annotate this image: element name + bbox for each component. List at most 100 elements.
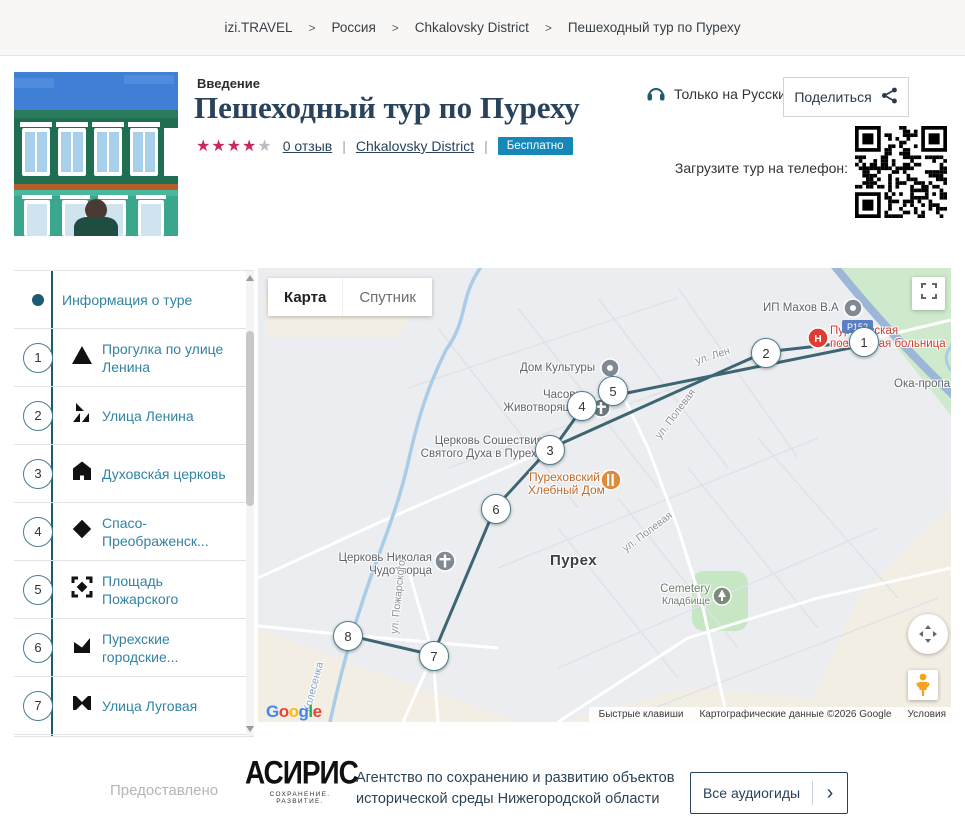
poi-label-culture-house[interactable]: Дом Культуры <box>520 362 595 375</box>
map-marker-2[interactable]: 2 <box>751 338 781 368</box>
map-marker-5[interactable]: 5 <box>598 376 628 406</box>
scroll-up-arrow[interactable] <box>246 275 254 281</box>
provided-by-label: Предоставлено <box>110 782 218 799</box>
sidebar-item-stop-4[interactable]: 4 Спасо-Преображенск... <box>14 503 254 561</box>
page-title: Пешеходный тур по Пуреху <box>194 90 580 126</box>
star-icon: ★ <box>196 138 211 155</box>
map-marker-6[interactable]: 6 <box>481 494 511 524</box>
sidebar-item-stop-6[interactable]: 6 Пурехские городские... <box>14 619 254 677</box>
fullscreen-icon <box>921 283 937 304</box>
sidebar-item-stop-2[interactable]: 2 Улица Ленина <box>14 387 254 445</box>
sidebar-item-label: Площадь Пожарского <box>102 572 254 608</box>
sidebar-item-stop-7[interactable]: 7 Улица Луговая <box>14 677 254 735</box>
pegman-icon <box>916 673 930 697</box>
sidebar-item-label: Улица Луговая <box>102 697 254 715</box>
language-note: Только на Русский <box>646 84 794 104</box>
tour-meta-row: ★★★★★ 0 отзыв | Chkalovsky District | Бе… <box>196 136 573 156</box>
church-icon <box>70 459 94 488</box>
share-icon <box>881 87 898 107</box>
breadcrumb-separator: > <box>545 21 552 35</box>
sidebar-item-label: Пурехские городские... <box>102 630 254 666</box>
star-rating: ★★★★★ <box>196 136 273 156</box>
sidebar-item-stop-5[interactable]: 5 Площадь Пожарского <box>14 561 254 619</box>
breadcrumb-separator: > <box>392 21 399 35</box>
breadcrumb-separator: > <box>308 21 315 35</box>
terms-link[interactable]: Условия <box>907 709 946 720</box>
sidebar-item-stop-1[interactable]: 1 Прогулка по улице Ленина <box>14 329 254 387</box>
map-marker-1[interactable]: 1 <box>849 327 879 357</box>
stop-number: 6 <box>23 633 53 663</box>
reviews-link[interactable]: 0 отзыв <box>283 138 333 154</box>
map-marker-8[interactable]: 8 <box>333 621 363 651</box>
breadcrumb: izi.TRAVEL > Россия > Chkalovsky Distric… <box>0 0 965 56</box>
breadcrumb-current: Пешеходный тур по Пуреху <box>568 20 741 35</box>
map-attribution: Быстрые клавиши Картографические данные … <box>589 707 951 722</box>
stop-number: 1 <box>23 343 53 373</box>
notched-square-icon <box>70 691 94 720</box>
map-type-toggle: Карта Спутник <box>268 278 432 316</box>
poi-label-oka: Ока-пропа <box>894 378 951 391</box>
tour-map[interactable]: H Карта Спутник <box>258 268 951 722</box>
share-button-label: Поделиться <box>794 89 871 105</box>
svg-text:H: H <box>814 334 821 345</box>
poi-label-bakery[interactable]: ПуреховскийХлебный Дом <box>528 471 600 496</box>
sidebar-scrollbar <box>246 271 254 736</box>
breadcrumb-district[interactable]: Chkalovsky District <box>415 20 529 35</box>
stop-number: 4 <box>23 517 53 547</box>
chevron-right-icon: › <box>813 783 847 803</box>
map-type-map-button[interactable]: Карта <box>268 278 342 316</box>
star-icon: ★ <box>242 138 257 155</box>
headphones-icon <box>646 84 666 104</box>
scrollbar-thumb[interactable] <box>246 331 254 506</box>
sidebar-item-label: Улица Ленина <box>102 407 254 425</box>
asiris-logo-subtitle: СОХРАНЕНИЕ. РАЗВИТИЕ. <box>245 791 355 805</box>
agency-description: Агентство по сохранению и развитию объек… <box>356 768 674 810</box>
intro-kicker: Введение <box>197 76 260 91</box>
sidebar-item-info[interactable]: Информация о туре <box>14 271 254 329</box>
map-type-satellite-button[interactable]: Спутник <box>343 278 432 316</box>
flag-icon <box>70 633 94 662</box>
asiris-logo-title: АСИРИС <box>245 755 355 792</box>
timeline-dot <box>32 294 44 306</box>
triangles-icon <box>70 401 94 430</box>
town-label: Пурех <box>550 555 597 568</box>
star-icon: ★ <box>227 138 242 155</box>
asiris-logo: АСИРИС СОХРАНЕНИЕ. РАЗВИТИЕ. <box>245 757 355 805</box>
map-marker-4[interactable]: 4 <box>567 391 597 421</box>
language-note-label: Только на Русский <box>674 86 794 102</box>
pan-control[interactable] <box>908 614 948 654</box>
framed-diamond-icon <box>70 575 94 604</box>
breadcrumb-home[interactable]: izi.TRAVEL <box>224 20 292 35</box>
poi-label-descent-church[interactable]: Церковь СошествияСвятого Духа в Пурехе <box>413 435 543 460</box>
stop-number: 3 <box>23 459 53 489</box>
stop-number: 5 <box>23 575 53 605</box>
poi-label-makhov[interactable]: ИП Махов В.А <box>763 302 839 315</box>
scroll-down-arrow[interactable] <box>246 726 254 732</box>
pegman-control[interactable] <box>908 670 938 700</box>
star-icon: ★ <box>211 138 226 155</box>
shortcuts-link[interactable]: Быстрые клавиши <box>599 709 684 720</box>
tour-cover-image <box>14 72 178 236</box>
diamond-icon <box>70 517 94 546</box>
map-marker-7[interactable]: 7 <box>419 641 449 671</box>
meta-separator: | <box>342 138 346 154</box>
stop-number: 7 <box>23 691 53 721</box>
stop-number: 2 <box>23 401 53 431</box>
fullscreen-button[interactable] <box>912 277 945 310</box>
sidebar-item-label: Прогулка по улице Ленина <box>102 340 254 376</box>
breadcrumb-country[interactable]: Россия <box>332 20 376 35</box>
poi-label-cemetery[interactable]: CemeteryКладбище <box>630 583 710 608</box>
all-audioguides-button[interactable]: Все аудиогиды › <box>690 772 848 814</box>
map-data-text: Картографические данные ©2026 Google <box>699 709 891 720</box>
share-button[interactable]: Поделиться <box>783 77 909 117</box>
download-tour-label: Загрузите тур на телефон: <box>648 160 848 176</box>
sidebar-item-label: Духовска́я церковь <box>102 465 254 483</box>
pan-arrows-icon <box>917 623 939 645</box>
map-marker-3[interactable]: 3 <box>535 435 565 465</box>
google-logo[interactable]: Google <box>266 702 322 722</box>
triangle-icon <box>70 343 94 372</box>
sidebar-item-stop-3[interactable]: 3 Духовска́я церковь <box>14 445 254 503</box>
all-audioguides-label: Все аудиогиды <box>691 785 812 801</box>
poi-label-nicholas-church[interactable]: Церковь НиколаяЧудотворца <box>328 552 432 577</box>
district-link[interactable]: Chkalovsky District <box>356 138 474 154</box>
